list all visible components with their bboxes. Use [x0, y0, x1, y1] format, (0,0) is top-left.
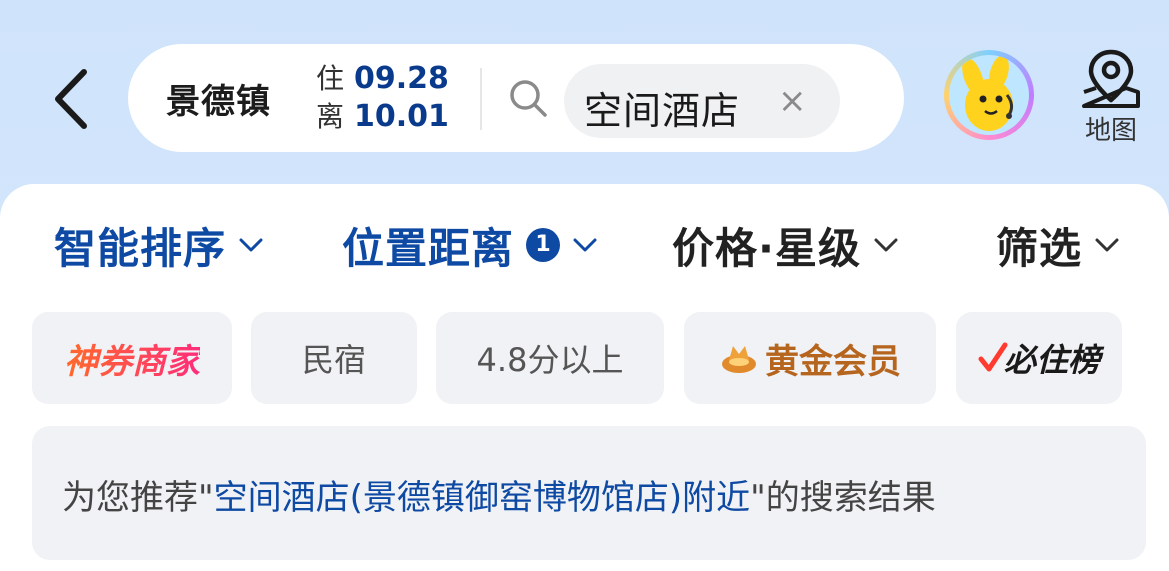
- tag-gold-member[interactable]: 黄金会员: [684, 312, 936, 404]
- tag-coupon-label: 神券商家: [64, 334, 200, 383]
- chevron-down-icon: [1095, 238, 1119, 252]
- result-suffix: "的搜索结果: [750, 478, 936, 518]
- tag-must-stay[interactable]: 必住榜: [956, 312, 1122, 404]
- search-keyword-chip[interactable]: 空间酒店 ×: [564, 64, 840, 138]
- chevron-down-icon: [239, 238, 263, 252]
- coin-icon: [722, 346, 756, 373]
- sort-location-dropdown[interactable]: 位置距离 1: [342, 220, 598, 273]
- tag-gold-label: 黄金会员: [765, 341, 901, 382]
- result-keyword[interactable]: 空间酒店(景德镇御窑博物馆店)附近: [214, 478, 751, 518]
- search-icon: [510, 80, 547, 117]
- chevron-down-icon: [573, 238, 597, 252]
- search-bar[interactable]: 景德镇 住 09.28 离 10.01 空间酒店 ×: [128, 44, 904, 152]
- tag-rating[interactable]: 4.8分以上: [436, 312, 664, 404]
- result-message: 为您推荐"空间酒店(景德镇御窑博物馆店)附近"的搜索结果: [62, 470, 936, 519]
- sort-price-label: 价格·星级: [672, 223, 861, 273]
- date-selector[interactable]: 住 09.28 离 10.01: [316, 60, 449, 136]
- filter-dropdown[interactable]: 筛选: [996, 220, 1120, 273]
- tag-homestay-label: 民宿: [301, 341, 366, 379]
- city-selector[interactable]: 景德镇: [166, 74, 271, 123]
- tag-homestay[interactable]: 民宿: [251, 312, 417, 404]
- checkin-label: 住: [316, 62, 345, 95]
- checkin-date: 09.28: [354, 61, 449, 96]
- close-icon[interactable]: ×: [778, 82, 807, 120]
- sort-price-dropdown[interactable]: 价格·星级: [672, 220, 899, 273]
- divider: [480, 68, 482, 130]
- filter-label: 筛选: [996, 223, 1083, 273]
- mascot-image: [949, 55, 1029, 135]
- filter-panel: 智能排序 位置距离 1 价格·星级 筛选 神券商家 民宿 4.8分以上 黄金会员…: [0, 184, 1169, 571]
- chevron-down-icon: [874, 238, 898, 252]
- map-pin-icon: [1082, 49, 1140, 108]
- map-button[interactable]: 地图: [1076, 48, 1146, 148]
- sort-smart-label: 智能排序: [54, 223, 227, 273]
- header-bar: 景德镇 住 09.28 离 10.01 空间酒店 × 地图: [0, 0, 1169, 190]
- location-count-badge: 1: [526, 228, 561, 262]
- search-keyword: 空间酒店: [584, 89, 741, 133]
- tag-coupon-merchant[interactable]: 神券商家: [32, 312, 232, 404]
- tag-must-stay-label: 必住榜: [1003, 341, 1100, 379]
- sort-location-label: 位置距离: [342, 223, 515, 273]
- checkout-label: 离: [316, 100, 345, 133]
- mascot-avatar[interactable]: [944, 50, 1034, 140]
- tag-rating-label: 4.8分以上: [476, 341, 624, 379]
- search-result-notice: 为您推荐"空间酒店(景德镇御窑博物馆店)附近"的搜索结果: [32, 426, 1146, 560]
- back-arrow-icon: [55, 69, 87, 129]
- sort-smart-dropdown[interactable]: 智能排序: [54, 220, 264, 273]
- map-label: 地图: [1084, 116, 1137, 146]
- checkout-date: 10.01: [354, 99, 449, 134]
- back-button[interactable]: [48, 66, 96, 132]
- result-prefix: 为您推荐": [62, 478, 214, 518]
